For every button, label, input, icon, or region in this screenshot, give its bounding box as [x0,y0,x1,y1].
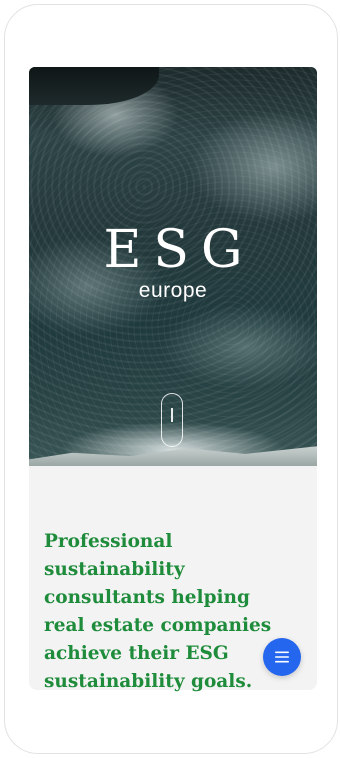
logo-wordmark: ESG [103,220,255,280]
menu-icon [275,651,289,663]
hero-shoreline [29,446,317,466]
scroll-down-indicator-icon[interactable] [161,393,183,447]
logo-subtitle: europe [138,279,208,302]
menu-button[interactable] [263,638,301,676]
intro-tagline: Professional sustainability consultants … [44,531,272,692]
brand-logo[interactable]: ESG europe [29,222,317,302]
hero-rock-top [29,67,159,105]
